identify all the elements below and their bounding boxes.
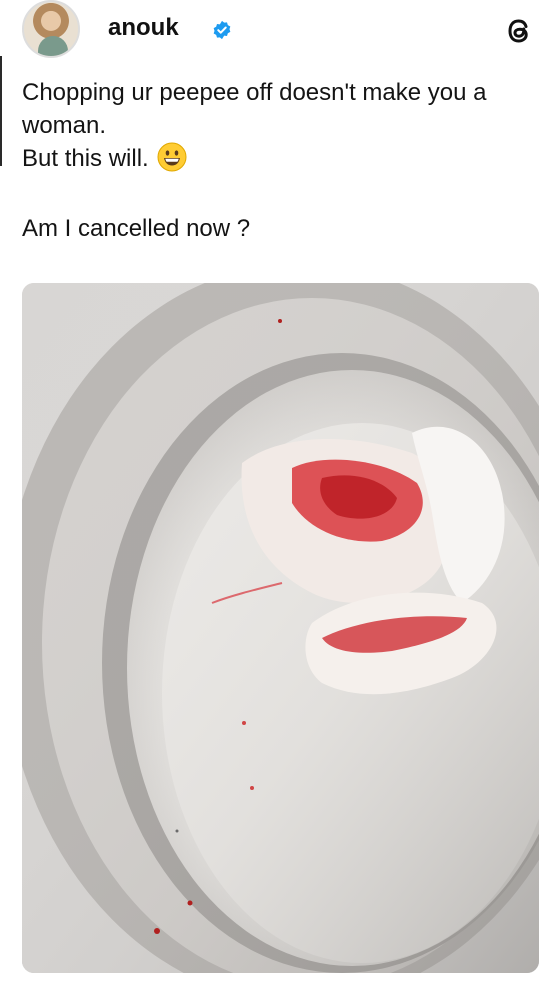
post-line-3: Am I cancelled now ?: [22, 215, 251, 242]
post-photo[interactable]: [22, 283, 539, 973]
photo-illustration: [22, 283, 539, 973]
post-line-2-text: But this will.: [22, 145, 149, 172]
threads-icon[interactable]: [502, 14, 536, 48]
verified-badge-icon: [213, 20, 231, 40]
avatar-figure: [38, 36, 68, 56]
post-line-2: But this will.: [22, 142, 537, 175]
grinning-face-emoji-icon: [157, 142, 187, 172]
post-text: Chopping ur peepee off doesn't make you …: [22, 76, 537, 245]
post-header: anouk: [22, 0, 537, 62]
left-edge-bar: [0, 56, 2, 166]
post-line-1: Chopping ur peepee off doesn't make you …: [22, 79, 487, 139]
avatar[interactable]: [22, 0, 80, 58]
username[interactable]: anouk: [108, 14, 179, 42]
